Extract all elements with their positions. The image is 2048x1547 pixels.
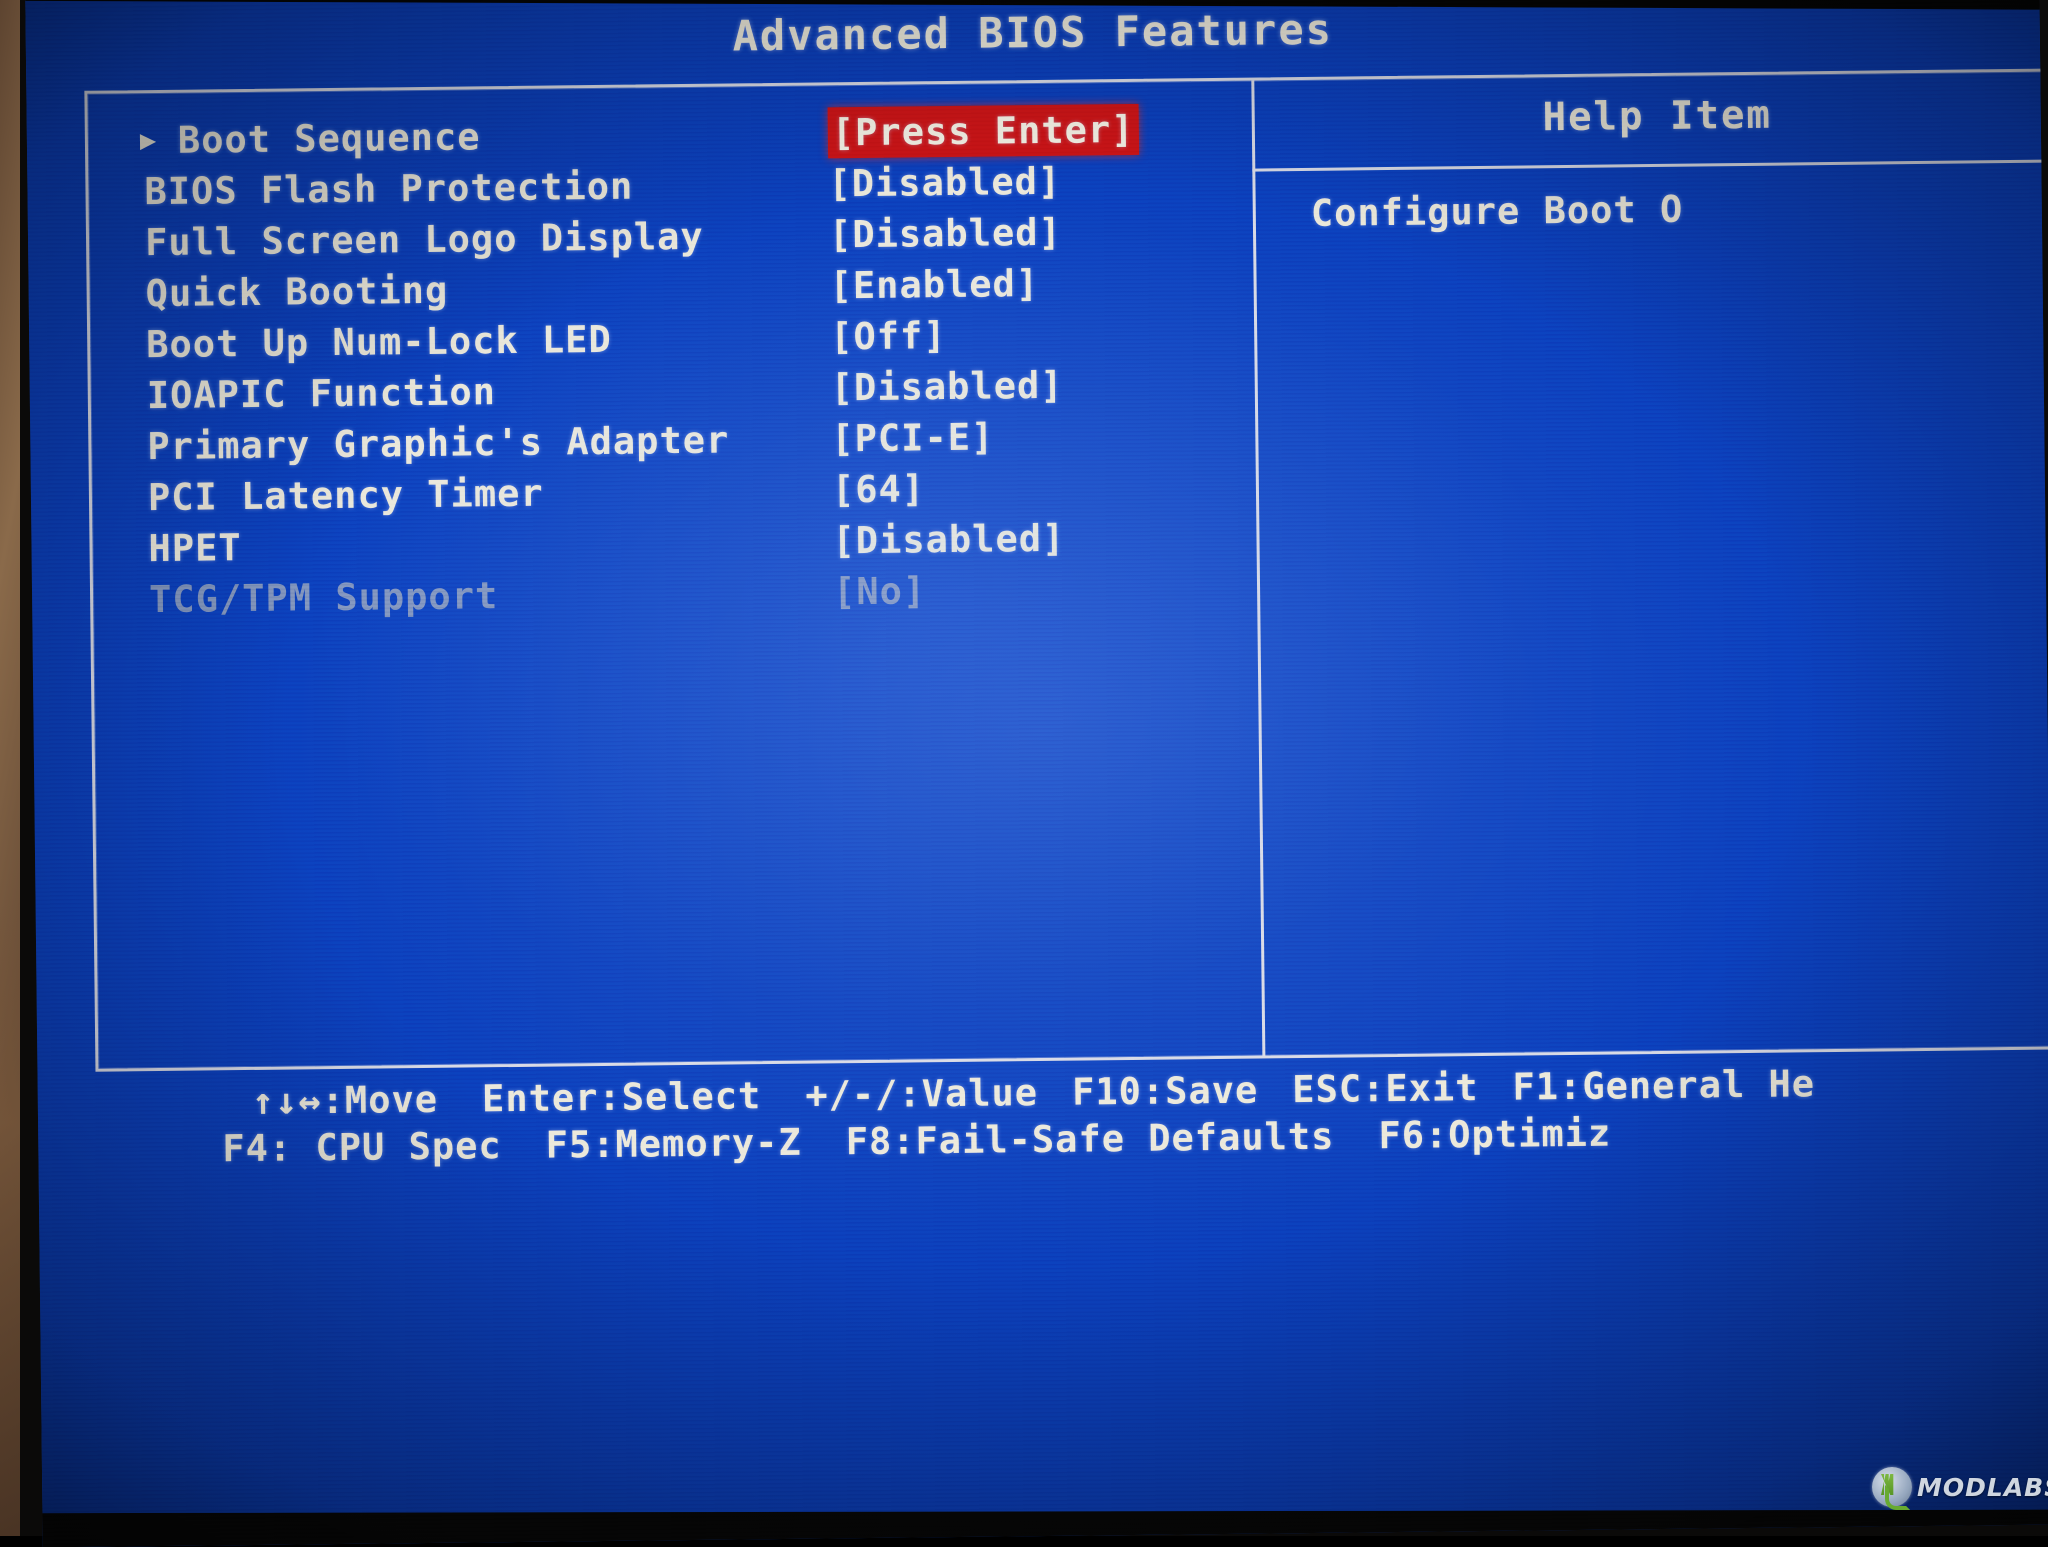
key-legend-item: ESC:Exit: [1292, 1064, 1479, 1113]
setting-value[interactable]: [64]: [832, 463, 926, 515]
setting-label: IOAPIC Function: [147, 366, 497, 421]
setting-value[interactable]: [Enabled]: [829, 258, 1039, 311]
setting-label: BIOS Flash Protection: [144, 161, 633, 218]
setting-value[interactable]: [Disabled]: [828, 156, 1061, 210]
modlabs-watermark: MODLABS NET: [1872, 1465, 2048, 1509]
help-title-divider: [1252, 159, 2048, 171]
modlabs-logo-icon: [1872, 1467, 1912, 1507]
bios-screen: CMOS Setup Utility Advanced BIOS Feature…: [25, 0, 2048, 1547]
page-title: Advanced BIOS Features: [26, 0, 2040, 68]
setting-value[interactable]: [Off]: [830, 310, 947, 362]
setting-label: Boot Up Num-Lock LED: [146, 314, 612, 370]
setting-label: Quick Booting: [145, 265, 448, 319]
setting-label: HPET: [148, 522, 242, 574]
key-legend-item: F5:Memory-Z: [545, 1119, 802, 1169]
setting-value-selected[interactable]: [Press Enter]: [828, 104, 1139, 159]
setting-label: Full Screen Logo Display: [145, 211, 704, 268]
key-legend-item: F1:General He: [1512, 1060, 1815, 1110]
key-legend-item: F8:Fail-Safe Defaults: [845, 1113, 1334, 1166]
key-legend-bar: ↑↓↔:Move Enter:Select +/-/:Value F10:Save ES…: [96, 1057, 2048, 1174]
setting-value[interactable]: [No]: [833, 565, 927, 617]
key-legend-item: F10:Save: [1072, 1067, 1259, 1116]
key-legend-item: F4: CPU Spec: [222, 1122, 502, 1172]
setting-value[interactable]: [Disabled]: [829, 207, 1062, 261]
setting-value[interactable]: [PCI-E]: [831, 412, 995, 465]
key-legend-item: Enter:Select: [482, 1072, 762, 1122]
setting-value[interactable]: [Disabled]: [830, 360, 1063, 414]
modlabs-watermark-text: MODLABS: [1917, 1473, 2048, 1502]
submenu-arrow-icon: ▶: [140, 115, 157, 166]
help-panel-title: Help Item: [1252, 89, 2048, 143]
main-panel-frame: ▶ Boot Sequence [Press Enter] BIOS Flash Pr…: [84, 68, 2048, 1071]
setting-label: TCG/TPM Support: [149, 570, 499, 625]
key-legend-item: ↑↓↔:Move: [252, 1076, 439, 1125]
setting-label: PCI Latency Timer: [148, 468, 544, 523]
photograph-of-monitor: CMOS Setup Utility Advanced BIOS Feature…: [0, 0, 2048, 1536]
settings-list: ▶ Boot Sequence [Press Enter] BIOS Flash Pr…: [88, 103, 1262, 1046]
setting-label: Primary Graphic's Adapter: [147, 415, 729, 473]
setting-label: Boot Sequence: [178, 111, 481, 165]
key-legend-item: F6:Optimiz: [1378, 1110, 1611, 1160]
help-panel-text: Configure Boot O: [1311, 182, 2048, 235]
key-legend-item: +/-/:Value: [805, 1069, 1038, 1119]
setting-value[interactable]: [Disabled]: [832, 513, 1065, 567]
